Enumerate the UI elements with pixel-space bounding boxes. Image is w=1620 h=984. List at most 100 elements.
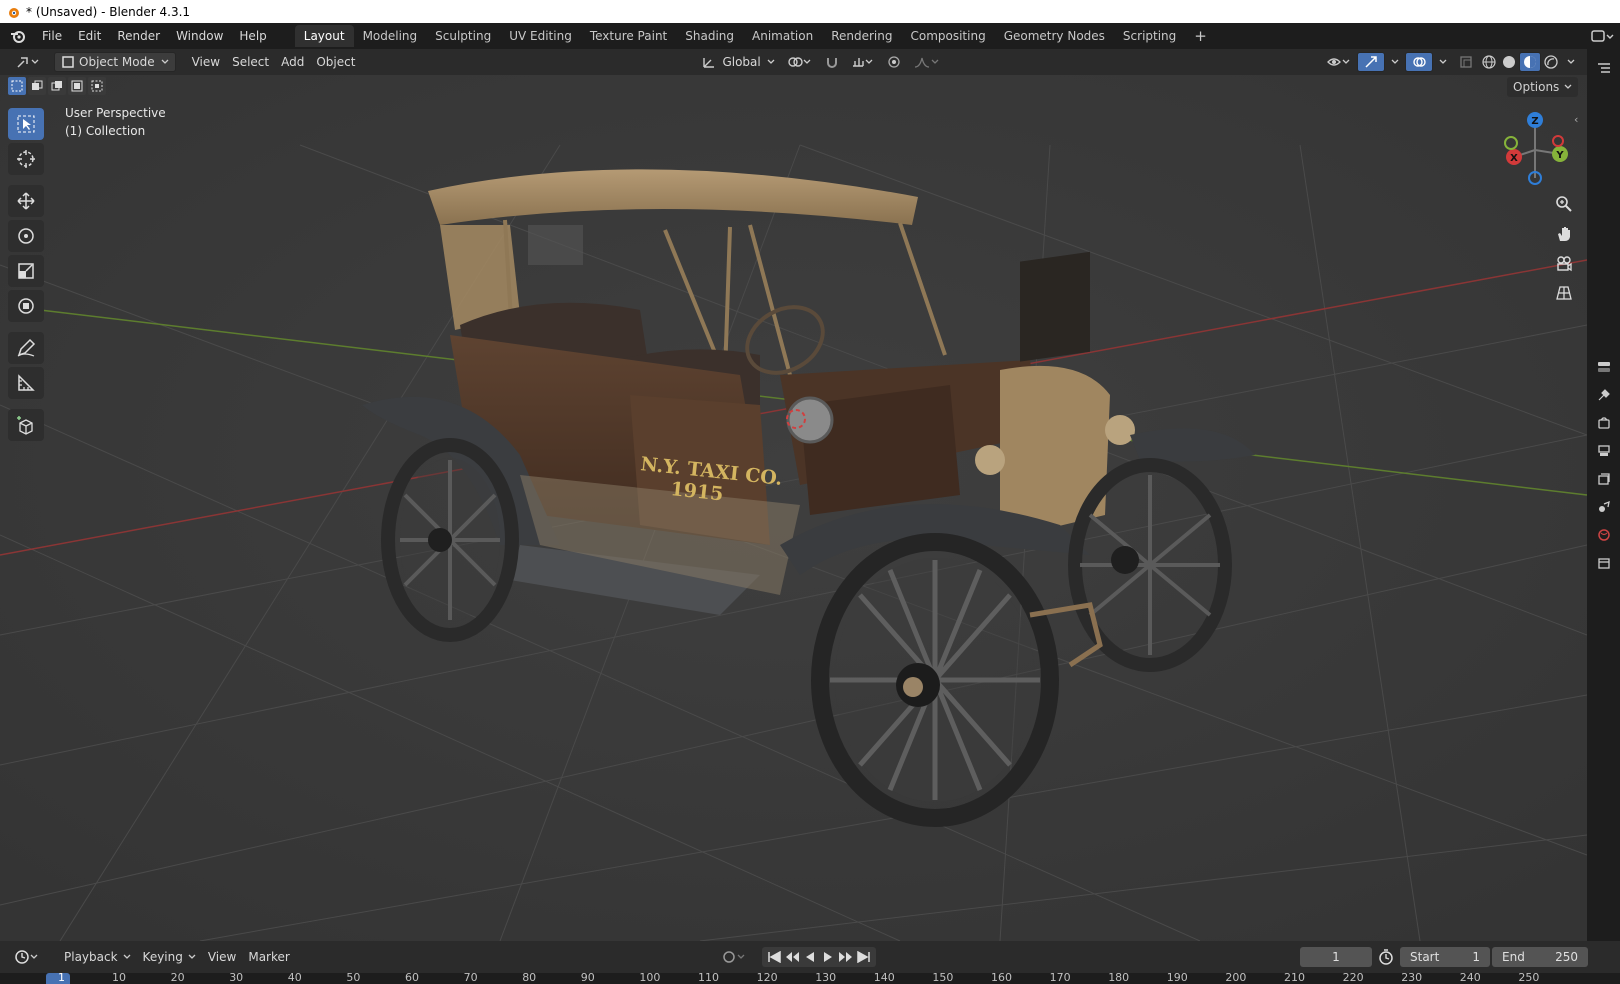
tool-measure[interactable] [8, 367, 44, 399]
visibility-dropdown[interactable] [1321, 52, 1357, 72]
header-menu-object[interactable]: Object [310, 52, 361, 72]
tool-add-cube[interactable] [8, 409, 44, 441]
tab-modeling[interactable]: Modeling [354, 25, 427, 47]
select-invert-icon[interactable] [68, 77, 86, 95]
timeline-editor-type-dropdown[interactable] [8, 947, 46, 967]
grid-perspective-icon [1556, 286, 1572, 300]
perspective-toggle-button[interactable] [1551, 280, 1577, 306]
select-intersect-icon[interactable] [88, 77, 106, 95]
frame-tick-label: 80 [522, 971, 537, 984]
tab-texture-paint[interactable]: Texture Paint [581, 25, 676, 47]
menu-window[interactable]: Window [168, 29, 231, 43]
tool-scale[interactable] [8, 255, 44, 287]
world-properties-icon[interactable] [1587, 521, 1620, 549]
3d-viewport[interactable]: N.Y. TAXI CO. 1915 Z X Y User Perspectiv… [0, 75, 1587, 941]
blender-menu-icon[interactable] [0, 29, 34, 43]
svg-text:Y: Y [1555, 150, 1564, 161]
view-layer-properties-icon[interactable] [1587, 465, 1620, 493]
properties-editor-icon[interactable] [1587, 353, 1620, 381]
output-properties-icon[interactable] [1587, 437, 1620, 465]
frame-ruler[interactable]: 1 10 20 30 40 50 60 70 80 90 100 110 120 130 140 150 160… [0, 971, 1620, 984]
editor-type-dropdown[interactable] [10, 52, 48, 72]
object-mode-icon [62, 56, 74, 68]
render-properties-icon[interactable] [1587, 409, 1620, 437]
tool-select-box[interactable] [8, 108, 44, 140]
tab-sculpting[interactable]: Sculpting [426, 25, 500, 47]
header-menu-view[interactable]: View [186, 52, 226, 72]
tab-rendering[interactable]: Rendering [822, 25, 901, 47]
tool-annotate[interactable] [8, 332, 44, 364]
scene-selector-icon[interactable] [1590, 28, 1614, 44]
editor-type-icon [17, 57, 39, 68]
tool-move[interactable] [8, 185, 44, 217]
tab-animation[interactable]: Animation [743, 25, 822, 47]
start-frame-field[interactable]: Start 1 [1400, 947, 1490, 967]
proportional-edit-icon [888, 56, 900, 68]
tab-scripting[interactable]: Scripting [1114, 25, 1185, 47]
tool-rotate[interactable] [8, 220, 44, 252]
select-new-icon[interactable] [8, 77, 26, 95]
scene-properties-icon[interactable] [1587, 493, 1620, 521]
chevron-down-icon [1439, 59, 1447, 64]
gizmo-toggle-button[interactable] [1357, 52, 1385, 72]
overlays-dropdown[interactable] [1433, 52, 1453, 72]
jump-end-icon[interactable] [856, 951, 872, 963]
gizmo-dropdown[interactable] [1385, 52, 1405, 72]
shading-dropdown[interactable] [1561, 52, 1581, 72]
prev-keyframe-icon[interactable] [784, 951, 800, 963]
svg-text:X: X [1510, 153, 1518, 164]
frame-tick-label: 60 [405, 971, 419, 984]
menu-edit[interactable]: Edit [70, 29, 109, 43]
timeline-menu-view[interactable]: View [202, 947, 242, 967]
snap-target-button[interactable] [845, 52, 881, 72]
end-frame-field[interactable]: End 250 [1492, 947, 1588, 967]
select-subtract-icon[interactable] [48, 77, 66, 95]
add-workspace-button[interactable]: + [1185, 23, 1216, 49]
shading-solid-button[interactable] [1499, 52, 1519, 72]
pivot-point-button[interactable] [781, 52, 819, 72]
preview-range-stopwatch-icon[interactable] [1378, 949, 1394, 965]
frame-tick-label: 230 [1401, 971, 1423, 984]
overlays-toggle-button[interactable] [1405, 52, 1433, 72]
transform-orientation-dropdown[interactable]: Global [696, 52, 780, 72]
timeline-menu-marker[interactable]: Marker [242, 947, 295, 967]
jump-start-icon[interactable] [766, 951, 782, 963]
tab-geometry-nodes[interactable]: Geometry Nodes [995, 25, 1114, 47]
play-icon[interactable] [820, 951, 836, 963]
header-menu-select[interactable]: Select [226, 52, 275, 72]
tool-properties-icon[interactable] [1587, 381, 1620, 409]
mode-dropdown[interactable]: Object Mode [54, 52, 176, 72]
zoom-button[interactable] [1551, 191, 1577, 217]
tab-layout[interactable]: Layout [294, 25, 354, 47]
snap-toggle-button[interactable] [819, 52, 845, 72]
tab-compositing[interactable]: Compositing [901, 25, 994, 47]
shading-rendered-button[interactable] [1541, 52, 1561, 72]
xray-toggle-button[interactable] [1453, 52, 1479, 72]
menu-render[interactable]: Render [109, 29, 168, 43]
proportional-falloff-button[interactable] [907, 52, 945, 72]
tab-uv-editing[interactable]: UV Editing [500, 25, 581, 47]
tab-shading[interactable]: Shading [676, 25, 743, 47]
timeline-menu-keying[interactable]: Keying [137, 947, 202, 967]
timeline-menu-playback[interactable]: Playback [58, 947, 137, 967]
outliner-icon[interactable] [1587, 55, 1620, 83]
current-frame-field[interactable]: 1 [1300, 947, 1372, 967]
camera-view-button[interactable] [1551, 251, 1577, 277]
tool-transform[interactable] [8, 290, 44, 322]
shading-material-button[interactable] [1519, 52, 1541, 72]
next-keyframe-icon[interactable] [838, 951, 854, 963]
proportional-edit-button[interactable] [881, 52, 907, 72]
tool-cursor[interactable] [8, 143, 44, 175]
menu-file[interactable]: File [34, 29, 70, 43]
collection-properties-icon[interactable] [1587, 549, 1620, 577]
play-reverse-icon[interactable] [802, 951, 818, 963]
sidebar-toggle-icon[interactable]: ‹ [1574, 113, 1578, 126]
select-extend-icon[interactable] [28, 77, 46, 95]
header-menu-add[interactable]: Add [275, 52, 310, 72]
options-button[interactable]: Options [1507, 77, 1579, 97]
menu-help[interactable]: Help [231, 29, 274, 43]
frame-tick-label: 1 [58, 971, 65, 984]
shading-wireframe-button[interactable] [1479, 52, 1499, 72]
auto-keying-toggle[interactable] [716, 947, 754, 967]
pan-button[interactable] [1551, 221, 1577, 247]
